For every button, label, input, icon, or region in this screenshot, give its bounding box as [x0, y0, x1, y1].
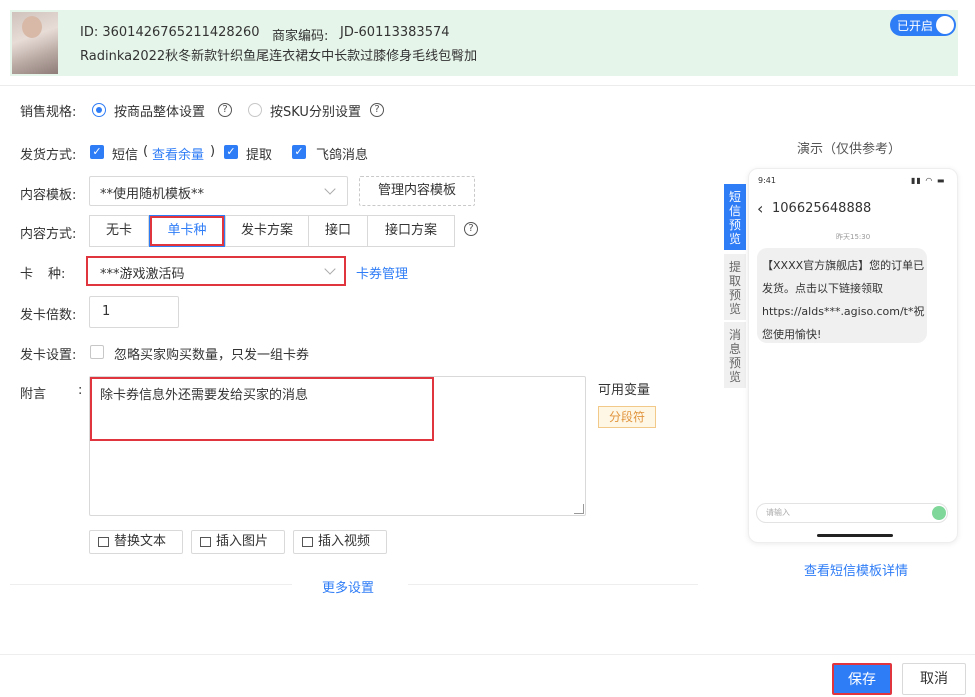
merchant-code-value: JD-60113383574	[340, 25, 450, 40]
tab-sms-preview[interactable]: 短信预览	[724, 184, 746, 250]
more-settings-link[interactable]: 更多设置	[322, 577, 374, 596]
sms-checkbox[interactable]: ✓	[90, 145, 104, 159]
ignore-qty-checkbox[interactable]	[90, 345, 104, 359]
check-balance-link[interactable]: 查看余量	[152, 144, 204, 163]
phone-time: 9:41	[758, 176, 776, 185]
tab-no-card[interactable]: 无卡	[89, 215, 149, 247]
feige-checkbox[interactable]: ✓	[292, 145, 306, 159]
template-value: **使用随机模板**	[100, 187, 205, 202]
preview-title: 演示（仅供参考）	[797, 142, 902, 157]
home-indicator	[817, 534, 893, 537]
replace-text-label: 替换文本	[114, 534, 167, 549]
content-mode-label: 内容方式:	[20, 227, 77, 242]
template-label: 内容模板:	[20, 188, 77, 203]
sms-label: 短信	[112, 148, 139, 163]
save-button[interactable]: 保存	[832, 663, 892, 695]
phone-input-placeholder: 请输入	[766, 508, 790, 517]
spec-radio-whole[interactable]	[92, 103, 106, 117]
sms-template-detail-link[interactable]: 查看短信模板详情	[804, 560, 908, 579]
card-setting-label: 发卡设置:	[20, 348, 77, 363]
cancel-button[interactable]: 取消	[902, 663, 966, 695]
highlight-box	[150, 216, 224, 246]
multiplier-label: 发卡倍数:	[20, 308, 77, 323]
insert-video-button[interactable]: 插入视频	[293, 530, 387, 554]
ignore-qty-label: 忽略买家购买数量，只发一组卡券	[114, 348, 310, 363]
segment-tag[interactable]: 分段符	[598, 406, 656, 428]
spec-label: 销售规格:	[20, 105, 77, 120]
tab-pickup-preview[interactable]: 提取预览	[724, 254, 746, 320]
tab-api[interactable]: 接口	[308, 215, 368, 247]
product-id: ID: 3601426765211428260	[80, 25, 260, 40]
message-text: 【XXXX官方旗舰店】您的订单已发货。点击以下链接领取https://alds*…	[762, 259, 925, 341]
feige-label: 飞鸽消息	[316, 148, 369, 163]
image-icon	[200, 537, 211, 547]
paren-close: )	[210, 144, 216, 159]
card-type-label-a: 卡	[20, 267, 34, 282]
tab-api-plan[interactable]: 接口方案	[367, 215, 455, 247]
tab-message-preview[interactable]: 消息预览	[724, 322, 746, 388]
more-settings-line-right	[408, 584, 698, 585]
signal-wifi-battery-icon: ▮▮ ◠ ▬	[911, 176, 946, 185]
resize-handle[interactable]	[574, 504, 584, 514]
card-type-label-b: 种:	[48, 267, 66, 282]
merchant-code-label: 商家编码:	[272, 29, 329, 44]
card-type-value: ***游戏激活码	[100, 267, 185, 282]
tab-card-plan[interactable]: 发卡方案	[225, 215, 309, 247]
help-icon[interactable]: ?	[464, 222, 478, 236]
product-header	[10, 10, 958, 76]
replace-text-button[interactable]: 替换文本	[89, 530, 183, 554]
pickup-checkbox[interactable]: ✓	[224, 145, 238, 159]
delivery-label: 发货方式:	[20, 148, 77, 163]
phone-number: 106625648888	[772, 201, 872, 216]
note-value: 除卡券信息外还需要发给买家的消息	[100, 388, 309, 403]
help-icon[interactable]: ?	[370, 103, 384, 117]
card-manage-link[interactable]: 卡券管理	[356, 263, 408, 282]
video-icon	[302, 537, 313, 547]
insert-image-label: 插入图片	[216, 534, 269, 549]
pickup-label: 提取	[246, 148, 273, 163]
paren-open: (	[143, 144, 149, 159]
spec-option-whole[interactable]: 按商品整体设置	[114, 101, 205, 120]
more-settings-line-left	[10, 584, 292, 585]
message-date: 昨天15:30	[836, 233, 871, 241]
vars-label: 可用变量	[598, 383, 651, 398]
insert-video-label: 插入视频	[318, 534, 371, 549]
spec-option-sku[interactable]: 按SKU分别设置	[270, 101, 361, 120]
help-icon[interactable]: ?	[218, 103, 232, 117]
manage-template-button[interactable]: 管理内容模板	[359, 176, 475, 206]
header-divider	[0, 85, 975, 86]
back-chevron-icon[interactable]: ‹	[757, 199, 763, 218]
note-label-b: :	[78, 383, 83, 398]
insert-image-button[interactable]: 插入图片	[191, 530, 285, 554]
toggle-label: 已开启	[897, 19, 934, 33]
product-thumbnail-detail	[22, 16, 42, 38]
send-icon	[932, 506, 946, 520]
toggle-knob	[936, 16, 954, 34]
phone-mockup	[748, 168, 958, 543]
footer-divider	[0, 654, 975, 655]
spec-radio-sku[interactable]	[248, 103, 262, 117]
product-title: Radinka2022秋冬新款针织鱼尾连衣裙女中长款过膝修身毛线包臀加	[80, 49, 478, 64]
replace-icon	[98, 537, 109, 547]
multiplier-value: 1	[102, 304, 111, 319]
note-label-a: 附言	[20, 387, 47, 402]
